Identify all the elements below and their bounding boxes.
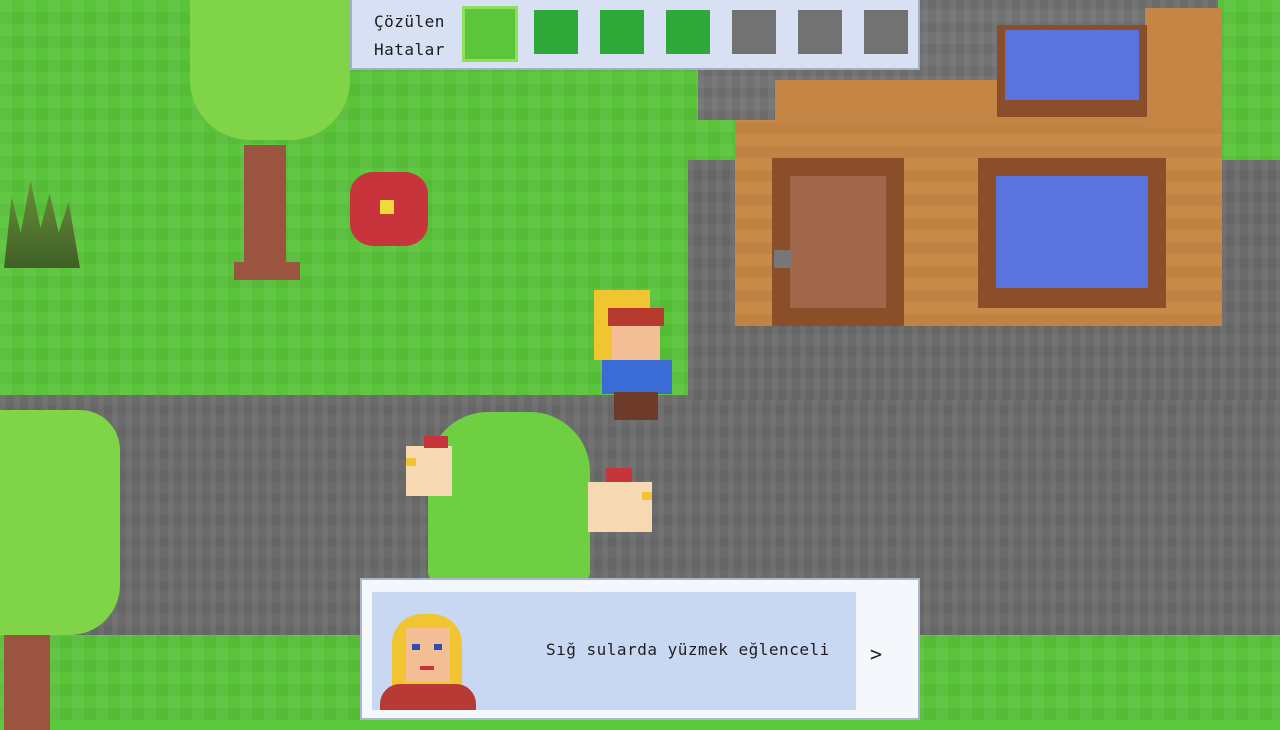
bug-slot-5[interactable] [732,10,776,54]
tree-base [234,262,300,280]
dialog-text: Sığ sularda yüzmek eğlenceli [546,640,830,659]
tree-trunk [244,145,286,265]
chicken-beak [642,492,652,500]
bush [428,412,590,582]
player-face [612,326,660,362]
tree-canopy [190,0,350,140]
door-knob [774,250,792,268]
portrait-mouth [420,666,434,670]
dialog-next-button[interactable]: > [870,642,882,666]
bug-slot-7[interactable] [864,10,908,54]
portrait-eye-right [434,644,442,650]
door-panel [790,176,886,308]
chicken-comb [424,436,448,448]
player-cap [608,308,664,326]
roof-window-glass [1005,30,1139,100]
window-glass [996,176,1148,288]
flower-center [380,200,394,214]
tree-top [190,0,350,290]
hud-label: Çözülen Hatalar [352,0,456,70]
tree-trunk [4,635,50,730]
hud-label-line2: Hatalar [374,40,445,59]
chicken-body [588,482,652,532]
portrait-dress [380,684,476,710]
bug-slot-1[interactable] [462,6,518,62]
red-flower-icon[interactable] [350,172,428,246]
player-shirt [602,360,672,394]
dialog-box: Sığ sularda yüzmek eğlenceli > [360,578,920,720]
bug-slot-4[interactable] [666,10,710,54]
chicken-body [406,446,452,496]
tree-bottom-left [0,410,120,730]
hud-label-line1: Çözülen [374,12,445,31]
player-legs [614,392,658,420]
chicken-comb [606,468,632,482]
bug-slot-6[interactable] [798,10,842,54]
bug-slot-2[interactable] [534,10,578,54]
player-character[interactable] [590,290,672,420]
house-window [978,158,1166,308]
tree-canopy [0,410,120,635]
house-door[interactable] [772,158,904,326]
chicken-right[interactable] [588,468,652,532]
solved-bugs-panel: Çözülen Hatalar [350,0,920,70]
house [735,8,1222,326]
house-roof-peak [1145,8,1222,128]
portrait-face [406,628,450,682]
bug-slot-3[interactable] [600,10,644,54]
speaker-portrait-icon [380,614,476,710]
chicken-beak [406,458,416,466]
chicken-left[interactable] [406,436,452,496]
portrait-eye-left [412,644,420,650]
